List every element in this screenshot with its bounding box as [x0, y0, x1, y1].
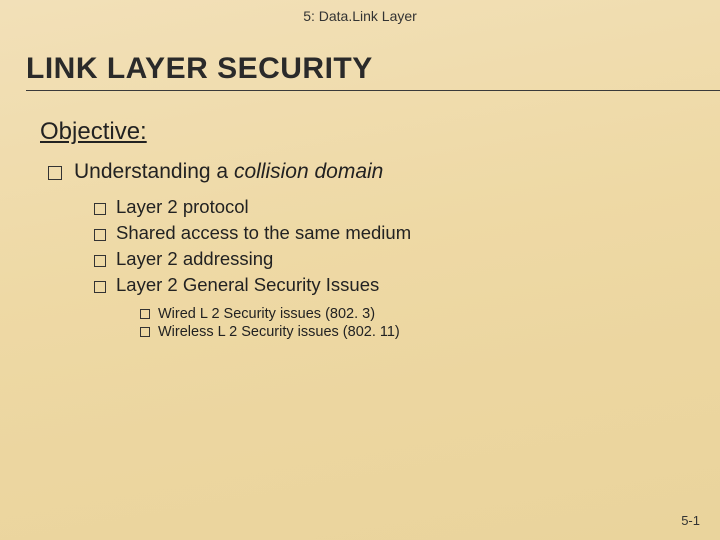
page-number: 5-1 [681, 513, 700, 528]
chapter-label: 5: Data.Link Layer [0, 8, 720, 24]
square-bullet-icon [94, 255, 106, 267]
lvl2-text: Layer 2 General Security Issues [116, 274, 379, 296]
lvl3-text: Wireless L 2 Security issues (802. 11) [158, 324, 400, 340]
list-item: Layer 2 General Security Issues [94, 274, 690, 296]
square-bullet-icon [48, 166, 62, 180]
square-bullet-icon [94, 203, 106, 215]
list-item: Understanding a collision domain [48, 160, 690, 184]
lvl1-text: Understanding a collision domain [74, 160, 383, 184]
square-bullet-icon [140, 327, 150, 337]
lvl1-italic: collision domain [234, 160, 383, 183]
slide-title: LINK LAYER SECURITY [26, 52, 720, 88]
list-item: Layer 2 protocol [94, 196, 690, 218]
lvl2-list: Layer 2 protocol Shared access to the sa… [94, 196, 690, 296]
content-area: Objective: Understanding a collision dom… [40, 118, 690, 342]
square-bullet-icon [94, 281, 106, 293]
lvl3-text: Wired L 2 Security issues (802. 3) [158, 306, 375, 322]
objective-heading: Objective: [40, 118, 690, 146]
list-item: Wired L 2 Security issues (802. 3) [140, 306, 690, 322]
square-bullet-icon [140, 309, 150, 319]
lvl2-text: Shared access to the same medium [116, 222, 411, 244]
lvl2-text: Layer 2 addressing [116, 248, 273, 270]
list-item: Layer 2 addressing [94, 248, 690, 270]
lvl3-list: Wired L 2 Security issues (802. 3) Wirel… [140, 306, 690, 340]
list-item: Wireless L 2 Security issues (802. 11) [140, 324, 690, 340]
list-item: Shared access to the same medium [94, 222, 690, 244]
lvl1-prefix: Understanding a [74, 160, 234, 183]
title-block: LINK LAYER SECURITY [26, 52, 720, 91]
title-underline [26, 90, 720, 91]
square-bullet-icon [94, 229, 106, 241]
lvl2-text: Layer 2 protocol [116, 196, 249, 218]
